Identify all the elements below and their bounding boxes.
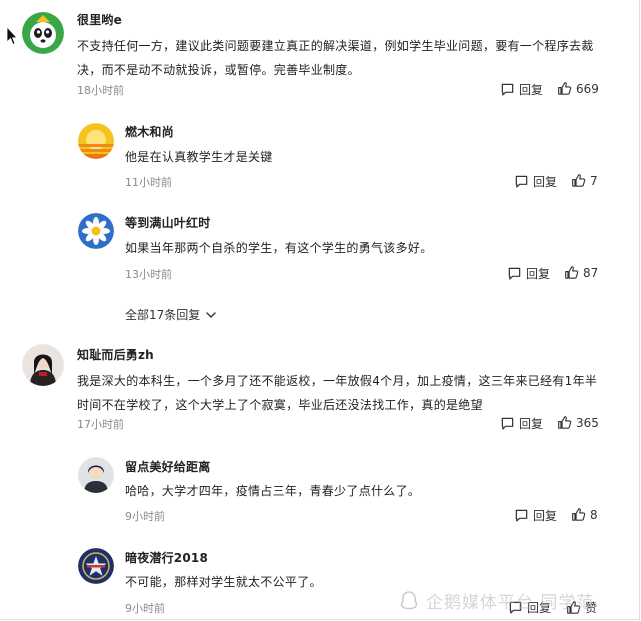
reply-text: 哈哈，大学才四年，疫情占三年，青春少了点什么了。: [125, 484, 421, 498]
like-button[interactable]: 669: [557, 81, 599, 96]
more-replies-label: 全部17条回复: [125, 308, 201, 322]
username[interactable]: 知耻而后勇zh: [77, 346, 154, 363]
like-count: 669: [576, 81, 599, 96]
avatar[interactable]: [22, 344, 64, 386]
reply-label: 回复: [526, 267, 551, 281]
show-all-replies-button[interactable]: 全部17条回复: [125, 306, 217, 323]
avatar[interactable]: [78, 457, 114, 493]
reply-button[interactable]: 回复: [500, 415, 543, 432]
chevron-down-icon: [206, 311, 216, 318]
like-button[interactable]: 87: [564, 265, 598, 280]
username[interactable]: 燃木和尚: [125, 123, 174, 140]
timestamp: 9小时前: [125, 510, 165, 523]
avatar[interactable]: [78, 213, 114, 249]
reply-text: 如果当年那两个自杀的学生，有这个学生的勇气该多好。: [125, 241, 433, 255]
reply-bubble-icon: [515, 175, 528, 188]
like-button[interactable]: 7: [571, 173, 598, 188]
reply-bubble-icon: [508, 267, 521, 280]
thumbs-up-icon: [572, 174, 586, 187]
reply-label: 回复: [533, 509, 558, 523]
timestamp: 13小时前: [125, 268, 172, 281]
avatar[interactable]: [22, 12, 64, 54]
timestamp: 11小时前: [125, 176, 172, 189]
like-button[interactable]: 8: [571, 507, 598, 522]
watermark: 企鹅媒体平台 同学范: [398, 588, 594, 613]
reply-button[interactable]: 回复: [507, 265, 550, 282]
mouse-pointer-icon: [6, 26, 18, 46]
timestamp: 18小时前: [77, 84, 124, 97]
reply-bubble-icon: [501, 417, 514, 430]
reply-label: 回复: [533, 175, 558, 189]
username[interactable]: 很里哟e: [77, 11, 122, 28]
reply-bubble-icon: [515, 509, 528, 522]
watermark-text: 企鹅媒体平台 同学范: [426, 593, 595, 613]
thumbs-up-icon: [558, 82, 572, 95]
thumbs-up-icon: [572, 508, 586, 521]
reply-button[interactable]: 回复: [514, 507, 557, 524]
thumbs-up-icon: [558, 416, 572, 429]
like-count: 7: [590, 173, 598, 188]
reply-label: 回复: [519, 417, 544, 431]
comment-text: 不支持任何一方，建议此类问题要建立真正的解决渠道，例如学生毕业问题，要有一个程序…: [77, 39, 594, 77]
username[interactable]: 等到满山叶红时: [125, 214, 210, 231]
reply-text: 他是在认真教学生才是关键: [125, 150, 273, 164]
avatar[interactable]: [78, 123, 114, 159]
timestamp: 17小时前: [77, 418, 124, 431]
like-count: 365: [576, 415, 599, 430]
username[interactable]: 留点美好给距离: [125, 458, 210, 475]
reply-bubble-icon: [501, 83, 514, 96]
avatar[interactable]: [78, 548, 114, 584]
like-count: 87: [583, 265, 599, 280]
timestamp: 9小时前: [125, 602, 165, 615]
comment-text: 我是深大的本科生，一个多月了还不能返校，一年放假4个月，加上疫情，这三年来已经有…: [77, 374, 598, 412]
username[interactable]: 暗夜潜行2018: [125, 549, 208, 566]
reply-button[interactable]: 回复: [514, 173, 557, 190]
reply-label: 回复: [519, 83, 544, 97]
like-count: 8: [590, 507, 598, 522]
penguin-logo-icon: [400, 590, 418, 609]
thumbs-up-icon: [565, 266, 579, 279]
reply-button[interactable]: 回复: [500, 81, 543, 98]
like-button[interactable]: 365: [557, 415, 599, 430]
